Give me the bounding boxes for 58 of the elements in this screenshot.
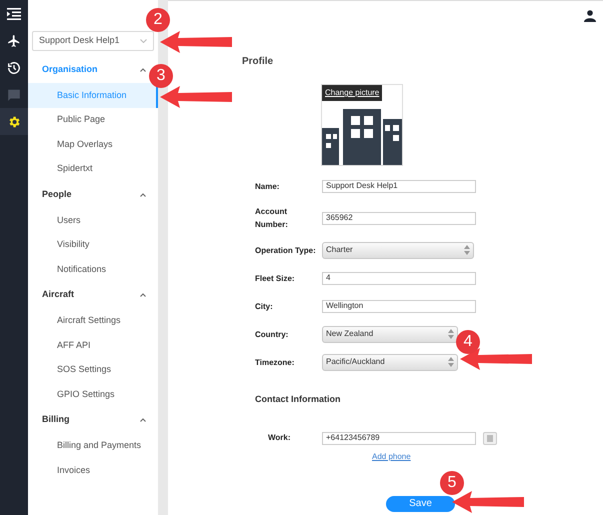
field-label: Account Number: — [255, 206, 289, 231]
account-dropdown[interactable]: Support Desk Help1 — [32, 31, 154, 51]
sidebar-item[interactable]: Invoices — [28, 458, 158, 482]
contact-title: Contact Information — [255, 393, 342, 406]
sidebar-item[interactable]: Map Overlays — [28, 132, 158, 156]
sidebar-item[interactable]: Visibility — [28, 232, 158, 257]
settings-icon[interactable] — [7, 114, 21, 128]
arrow-icon — [160, 86, 232, 108]
step-number-badge: 4 — [456, 330, 480, 354]
user-icon[interactable] — [584, 10, 596, 22]
change-picture-link[interactable]: Change picture — [322, 85, 382, 101]
sidebar-item[interactable]: SOS Settings — [28, 358, 158, 382]
step-number-badge: 5 — [440, 471, 464, 495]
sidebar-item[interactable]: Users — [28, 208, 158, 232]
sidebar-section[interactable]: Aircraft — [42, 288, 74, 302]
sidebar-section[interactable]: People — [42, 188, 72, 202]
field-label: Timezone: — [255, 356, 296, 368]
select-field[interactable]: Charter — [322, 242, 474, 258]
arrow-icon — [160, 31, 232, 53]
add-phone-link[interactable]: Add phone — [372, 450, 603, 462]
input-field[interactable]: +64123456789 — [322, 432, 476, 444]
sidebar-item[interactable]: Aircraft Settings — [28, 308, 158, 333]
field-label: Operation Type: — [255, 244, 317, 256]
menu-icon[interactable] — [7, 8, 21, 20]
profile-title: Profile — [242, 55, 274, 69]
airplane-icon[interactable] — [7, 34, 21, 48]
step-number-badge: 3 — [149, 64, 173, 88]
field-label: City: — [255, 300, 274, 312]
field-label: Work: — [268, 432, 292, 444]
sidebar-section[interactable]: Billing — [42, 413, 70, 427]
sidebar-item[interactable]: Public Page — [28, 108, 158, 132]
chevron-icon[interactable] — [140, 68, 146, 72]
step-number-badge: 2 — [146, 8, 170, 32]
field-label: Fleet Size: — [255, 272, 296, 284]
input-field[interactable]: 4 — [322, 272, 476, 284]
input-field[interactable]: Support Desk Help1 — [322, 180, 476, 192]
input-field[interactable]: Wellington — [322, 300, 476, 312]
chevron-icon[interactable] — [140, 418, 146, 422]
input-field[interactable]: 365962 — [322, 212, 476, 224]
sidebar-item[interactable]: Notifications — [28, 257, 158, 282]
arrow-icon — [460, 348, 532, 370]
stepper-icon — [464, 245, 470, 255]
sidebar-item[interactable]: AFF API — [28, 333, 158, 358]
stepper-icon — [448, 329, 454, 339]
chevron-icon[interactable] — [140, 192, 146, 196]
sidebar-item[interactable]: Spidertxt — [28, 156, 158, 181]
stepper-icon — [448, 357, 454, 367]
arrow-icon — [452, 491, 524, 513]
chevron-down-icon — [140, 39, 147, 43]
history-icon[interactable] — [7, 60, 21, 74]
chevron-icon[interactable] — [140, 293, 146, 297]
field-label: Name: — [255, 180, 280, 192]
trash-icon — [487, 434, 493, 442]
select-field[interactable]: New Zealand — [322, 326, 458, 342]
field-label: Country: — [255, 328, 290, 340]
sidebar-item[interactable]: GPIO Settings — [28, 382, 158, 406]
select-field[interactable]: Pacific/Auckland — [322, 354, 458, 370]
sidebar-item[interactable]: Billing and Payments — [28, 434, 158, 458]
